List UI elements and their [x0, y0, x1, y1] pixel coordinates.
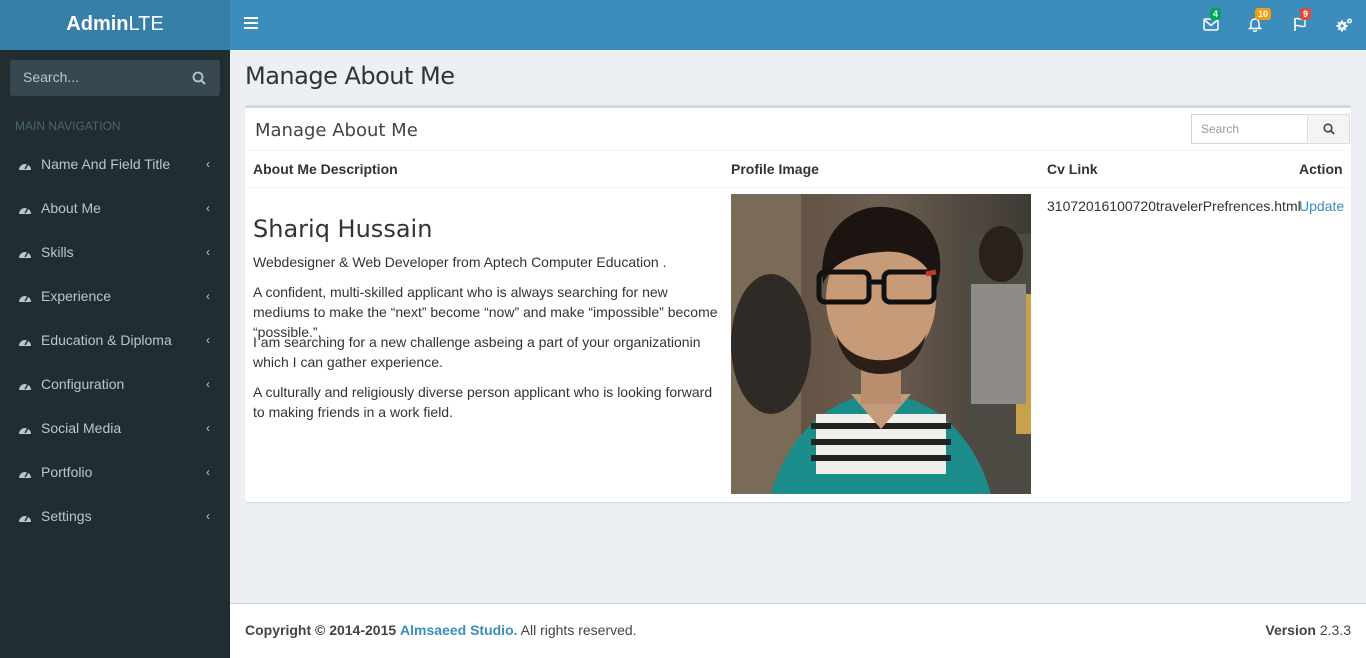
column-header: Cv Link: [1047, 161, 1098, 177]
dashboard-icon: [18, 246, 32, 262]
dashboard-icon: [18, 290, 32, 306]
sidebar-item-social-media[interactable]: Social Media ‹: [0, 407, 230, 451]
sidebar-item-label: Social Media: [41, 420, 122, 436]
footer: Copyright © 2014-2015 Almsaeed Studio. A…: [230, 603, 1366, 658]
version-label: Version: [1265, 622, 1316, 638]
messages-menu[interactable]: 4: [1200, 8, 1224, 36]
copyright-text: Copyright © 2014-2015: [245, 622, 397, 638]
sidebar-item-label: Name And Field Title: [41, 156, 171, 172]
gears-icon: [1336, 18, 1352, 32]
sidebar-item-label: Skills: [41, 244, 74, 260]
version-number: 2.3.3: [1319, 622, 1351, 638]
studio-link[interactable]: Almsaeed Studio.: [400, 622, 517, 638]
sidebar-item-label: Configuration: [41, 376, 125, 392]
sidebar-header: MAIN NAVIGATION: [15, 119, 121, 133]
tasks-menu[interactable]: 9: [1290, 8, 1314, 36]
sidebar-item-settings[interactable]: Settings ‹: [0, 495, 230, 539]
sidebar-item-name-and-field-title[interactable]: Name And Field Title ‹: [0, 143, 230, 187]
footer-copyright: Copyright © 2014-2015 Almsaeed Studio. A…: [245, 622, 637, 638]
notifications-menu[interactable]: 10: [1245, 8, 1272, 36]
description-paragraph: Webdesigner & Web Developer from Aptech …: [253, 254, 667, 270]
dashboard-icon: [18, 466, 32, 482]
table-search: [1191, 114, 1350, 144]
control-sidebar-toggle[interactable]: [1334, 14, 1358, 36]
description-paragraph: I am searching for a new challenge asbei…: [253, 334, 701, 370]
brand-light: LTE: [128, 13, 164, 35]
tasks-count-badge: 9: [1300, 8, 1312, 20]
sidebar-menu: Name And Field Title ‹ About Me ‹ Skills…: [0, 143, 230, 539]
sidebar-item-label: Portfolio: [41, 464, 93, 480]
update-link[interactable]: Update: [1299, 198, 1344, 214]
column-header: Action: [1299, 161, 1343, 177]
sidebar-item-education-diploma[interactable]: Education & Diploma ‹: [0, 319, 230, 363]
page-title: Manage About Me: [245, 62, 455, 90]
brand-bold: Admin: [66, 13, 129, 35]
divider: [245, 187, 1351, 188]
chevron-left-icon: ‹: [206, 377, 210, 391]
profile-image: [731, 194, 1031, 494]
description-paragraph: A culturally and religiously diverse per…: [253, 384, 713, 420]
sidebar-item-skills[interactable]: Skills ‹: [0, 231, 230, 275]
profile-name: Shariq Hussain: [253, 215, 433, 243]
sidebar-item-label: Education & Diploma: [41, 332, 172, 348]
sidebar-item-experience[interactable]: Experience ‹: [0, 275, 230, 319]
brand-logo[interactable]: AdminLTE: [0, 0, 230, 50]
chevron-left-icon: ‹: [206, 333, 210, 347]
table-search-button[interactable]: [1307, 114, 1350, 144]
dashboard-icon: [18, 158, 32, 174]
search-icon[interactable]: [192, 71, 206, 88]
column-header: About Me Description: [253, 161, 398, 177]
column-header: Profile Image: [731, 161, 819, 177]
chevron-left-icon: ‹: [206, 465, 210, 479]
dashboard-icon: [18, 202, 32, 218]
footer-version: Version 2.3.3: [1265, 622, 1351, 638]
sidebar-item-portfolio[interactable]: Portfolio ‹: [0, 451, 230, 495]
dashboard-icon: [18, 510, 32, 526]
sidebar-toggle-icon[interactable]: [244, 17, 258, 32]
sidebar-search-input[interactable]: [23, 69, 183, 85]
sidebar-item-configuration[interactable]: Configuration ‹: [0, 363, 230, 407]
dashboard-icon: [18, 334, 32, 350]
chevron-left-icon: ‹: [206, 421, 210, 435]
cv-link[interactable]: 31072016100720travelerPrefrences.html: [1047, 198, 1301, 214]
top-navbar: 4 10 9: [230, 0, 1366, 50]
sidebar-search: [10, 60, 220, 96]
about-me-box: Manage About Me About Me Description Pro…: [245, 105, 1351, 502]
sidebar-item-about-me[interactable]: About Me ‹: [0, 187, 230, 231]
notifications-count-badge: 10: [1255, 8, 1272, 20]
sidebar-item-label: Settings: [41, 508, 92, 524]
chevron-left-icon: ‹: [206, 289, 210, 303]
dashboard-icon: [18, 378, 32, 394]
chevron-left-icon: ‹: [206, 157, 210, 171]
search-icon: [1323, 123, 1335, 135]
chevron-left-icon: ‹: [206, 509, 210, 523]
dashboard-icon: [18, 422, 32, 438]
sidebar-item-label: Experience: [41, 288, 112, 304]
chevron-left-icon: ‹: [206, 201, 210, 215]
messages-count-badge: 4: [1210, 8, 1222, 20]
box-title: Manage About Me: [255, 120, 418, 141]
table-search-input[interactable]: [1191, 114, 1308, 144]
chevron-left-icon: ‹: [206, 245, 210, 259]
divider: [245, 150, 1351, 151]
sidebar-item-label: About Me: [41, 200, 101, 216]
rights-text: All rights reserved.: [520, 622, 637, 638]
sidebar: MAIN NAVIGATION Name And Field Title ‹ A…: [0, 50, 230, 658]
